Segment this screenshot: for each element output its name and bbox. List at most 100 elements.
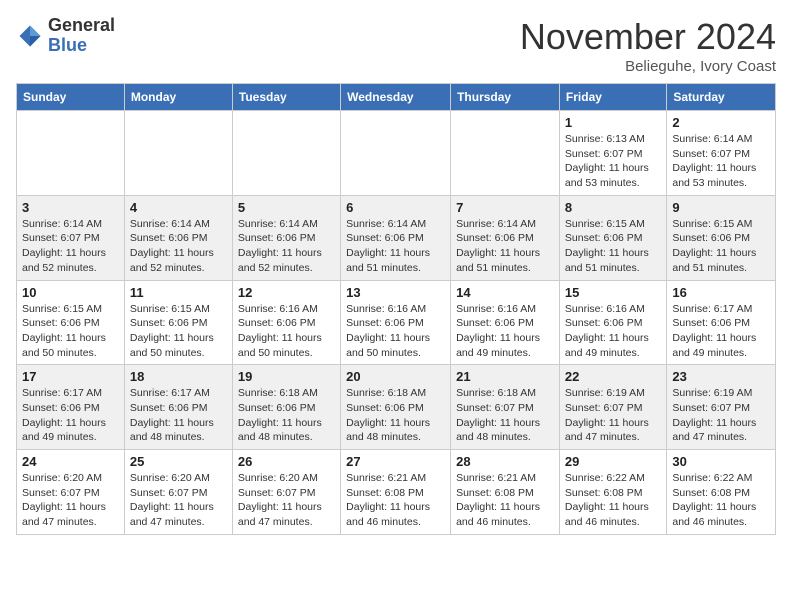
day-detail: Sunrise: 6:14 AM Sunset: 6:06 PM Dayligh… [130,217,227,276]
month-title: November 2024 [520,16,776,58]
day-detail: Sunrise: 6:20 AM Sunset: 6:07 PM Dayligh… [22,471,119,530]
day-number: 20 [346,369,445,384]
day-detail: Sunrise: 6:20 AM Sunset: 6:07 PM Dayligh… [130,471,227,530]
day-number: 2 [672,115,770,130]
logo-icon [16,22,44,50]
day-number: 11 [130,285,227,300]
day-detail: Sunrise: 6:19 AM Sunset: 6:07 PM Dayligh… [672,386,770,445]
day-detail: Sunrise: 6:18 AM Sunset: 6:06 PM Dayligh… [238,386,335,445]
day-detail: Sunrise: 6:17 AM Sunset: 6:06 PM Dayligh… [672,302,770,361]
calendar-cell: 25Sunrise: 6:20 AM Sunset: 6:07 PM Dayli… [124,450,232,535]
calendar-cell: 16 Sunrise: 6:17 AM Sunset: 6:06 PM Dayli… [667,280,776,365]
calendar-table: SundayMondayTuesdayWednesdayThursdayFrid… [16,83,776,535]
calendar-cell: 24Sunrise: 6:20 AM Sunset: 6:07 PM Dayli… [17,450,125,535]
day-number: 22 [565,369,661,384]
calendar-cell: 23 Sunrise: 6:19 AM Sunset: 6:07 PM Dayli… [667,365,776,450]
day-number: 27 [346,454,445,469]
day-number: 30 [672,454,770,469]
calendar-week-row: 17Sunrise: 6:17 AM Sunset: 6:06 PM Dayli… [17,365,776,450]
day-number: 19 [238,369,335,384]
day-number: 1 [565,115,661,130]
calendar-week-row: 3Sunrise: 6:14 AM Sunset: 6:07 PM Daylig… [17,195,776,280]
calendar-cell: 8Sunrise: 6:15 AM Sunset: 6:06 PM Daylig… [559,195,666,280]
calendar-cell [451,111,560,196]
day-detail: Sunrise: 6:17 AM Sunset: 6:06 PM Dayligh… [130,386,227,445]
weekday-header: Monday [124,84,232,111]
day-detail: Sunrise: 6:14 AM Sunset: 6:06 PM Dayligh… [346,217,445,276]
day-detail: Sunrise: 6:22 AM Sunset: 6:08 PM Dayligh… [565,471,661,530]
calendar-cell: 30 Sunrise: 6:22 AM Sunset: 6:08 PM Dayli… [667,450,776,535]
calendar-cell: 3Sunrise: 6:14 AM Sunset: 6:07 PM Daylig… [17,195,125,280]
calendar-cell: 21Sunrise: 6:18 AM Sunset: 6:07 PM Dayli… [451,365,560,450]
day-detail: Sunrise: 6:17 AM Sunset: 6:06 PM Dayligh… [22,386,119,445]
day-detail: Sunrise: 6:20 AM Sunset: 6:07 PM Dayligh… [238,471,335,530]
day-number: 9 [672,200,770,215]
calendar-cell [17,111,125,196]
day-detail: Sunrise: 6:14 AM Sunset: 6:07 PM Dayligh… [672,132,770,191]
day-number: 28 [456,454,554,469]
calendar-week-row: 24Sunrise: 6:20 AM Sunset: 6:07 PM Dayli… [17,450,776,535]
calendar-cell: 15 Sunrise: 6:16 AM Sunset: 6:06 PM Dayli… [559,280,666,365]
day-number: 23 [672,369,770,384]
day-number: 18 [130,369,227,384]
calendar-cell: 17Sunrise: 6:17 AM Sunset: 6:06 PM Dayli… [17,365,125,450]
title-block: November 2024 Belieguhe, Ivory Coast [520,16,776,75]
weekday-header: Friday [559,84,666,111]
day-detail: Sunrise: 6:15 AM Sunset: 6:06 PM Dayligh… [22,302,119,361]
day-detail: Sunrise: 6:14 AM Sunset: 6:06 PM Dayligh… [238,217,335,276]
calendar-cell [341,111,451,196]
day-number: 8 [565,200,661,215]
calendar-cell [124,111,232,196]
calendar-cell: 26Sunrise: 6:20 AM Sunset: 6:07 PM Dayli… [232,450,340,535]
calendar-cell: 29 Sunrise: 6:22 AM Sunset: 6:08 PM Dayli… [559,450,666,535]
weekday-header: Thursday [451,84,560,111]
calendar-cell: 22 Sunrise: 6:19 AM Sunset: 6:07 PM Dayli… [559,365,666,450]
calendar-cell: 7 Sunrise: 6:14 AM Sunset: 6:06 PM Daylig… [451,195,560,280]
calendar-cell: 12 Sunrise: 6:16 AM Sunset: 6:06 PM Dayli… [232,280,340,365]
calendar-cell: 6Sunrise: 6:14 AM Sunset: 6:06 PM Daylig… [341,195,451,280]
weekday-header: Saturday [667,84,776,111]
day-detail: Sunrise: 6:16 AM Sunset: 6:06 PM Dayligh… [346,302,445,361]
calendar-cell: 4Sunrise: 6:14 AM Sunset: 6:06 PM Daylig… [124,195,232,280]
day-number: 7 [456,200,554,215]
day-number: 29 [565,454,661,469]
page-header: General Blue November 2024 Belieguhe, Iv… [16,16,776,75]
day-detail: Sunrise: 6:14 AM Sunset: 6:06 PM Dayligh… [456,217,554,276]
day-detail: Sunrise: 6:19 AM Sunset: 6:07 PM Dayligh… [565,386,661,445]
calendar-week-row: 10 Sunrise: 6:15 AM Sunset: 6:06 PM Dayli… [17,280,776,365]
calendar-cell [232,111,340,196]
day-number: 5 [238,200,335,215]
calendar-cell: 2 Sunrise: 6:14 AM Sunset: 6:07 PM Daylig… [667,111,776,196]
day-number: 16 [672,285,770,300]
day-detail: Sunrise: 6:16 AM Sunset: 6:06 PM Dayligh… [238,302,335,361]
day-detail: Sunrise: 6:14 AM Sunset: 6:07 PM Dayligh… [22,217,119,276]
day-detail: Sunrise: 6:16 AM Sunset: 6:06 PM Dayligh… [456,302,554,361]
day-detail: Sunrise: 6:22 AM Sunset: 6:08 PM Dayligh… [672,471,770,530]
day-detail: Sunrise: 6:21 AM Sunset: 6:08 PM Dayligh… [456,471,554,530]
calendar-week-row: 1 Sunrise: 6:13 AM Sunset: 6:07 PM Daylig… [17,111,776,196]
calendar-cell: 18 Sunrise: 6:17 AM Sunset: 6:06 PM Dayli… [124,365,232,450]
weekday-header-row: SundayMondayTuesdayWednesdayThursdayFrid… [17,84,776,111]
day-detail: Sunrise: 6:13 AM Sunset: 6:07 PM Dayligh… [565,132,661,191]
day-detail: Sunrise: 6:16 AM Sunset: 6:06 PM Dayligh… [565,302,661,361]
day-number: 15 [565,285,661,300]
day-number: 21 [456,369,554,384]
calendar-cell: 14 Sunrise: 6:16 AM Sunset: 6:06 PM Dayli… [451,280,560,365]
location: Belieguhe, Ivory Coast [520,58,776,75]
calendar-cell: 10 Sunrise: 6:15 AM Sunset: 6:06 PM Dayli… [17,280,125,365]
calendar-cell: 19 Sunrise: 6:18 AM Sunset: 6:06 PM Dayli… [232,365,340,450]
weekday-header: Wednesday [341,84,451,111]
day-number: 10 [22,285,119,300]
calendar-cell: 20Sunrise: 6:18 AM Sunset: 6:06 PM Dayli… [341,365,451,450]
calendar-cell: 13Sunrise: 6:16 AM Sunset: 6:06 PM Dayli… [341,280,451,365]
weekday-header: Tuesday [232,84,340,111]
calendar-cell: 9Sunrise: 6:15 AM Sunset: 6:06 PM Daylig… [667,195,776,280]
day-number: 14 [456,285,554,300]
logo-general: General [48,15,115,35]
calendar-cell: 28 Sunrise: 6:21 AM Sunset: 6:08 PM Dayli… [451,450,560,535]
day-detail: Sunrise: 6:15 AM Sunset: 6:06 PM Dayligh… [130,302,227,361]
calendar-cell: 1 Sunrise: 6:13 AM Sunset: 6:07 PM Daylig… [559,111,666,196]
logo-blue: Blue [48,35,87,55]
day-number: 12 [238,285,335,300]
weekday-header: Sunday [17,84,125,111]
